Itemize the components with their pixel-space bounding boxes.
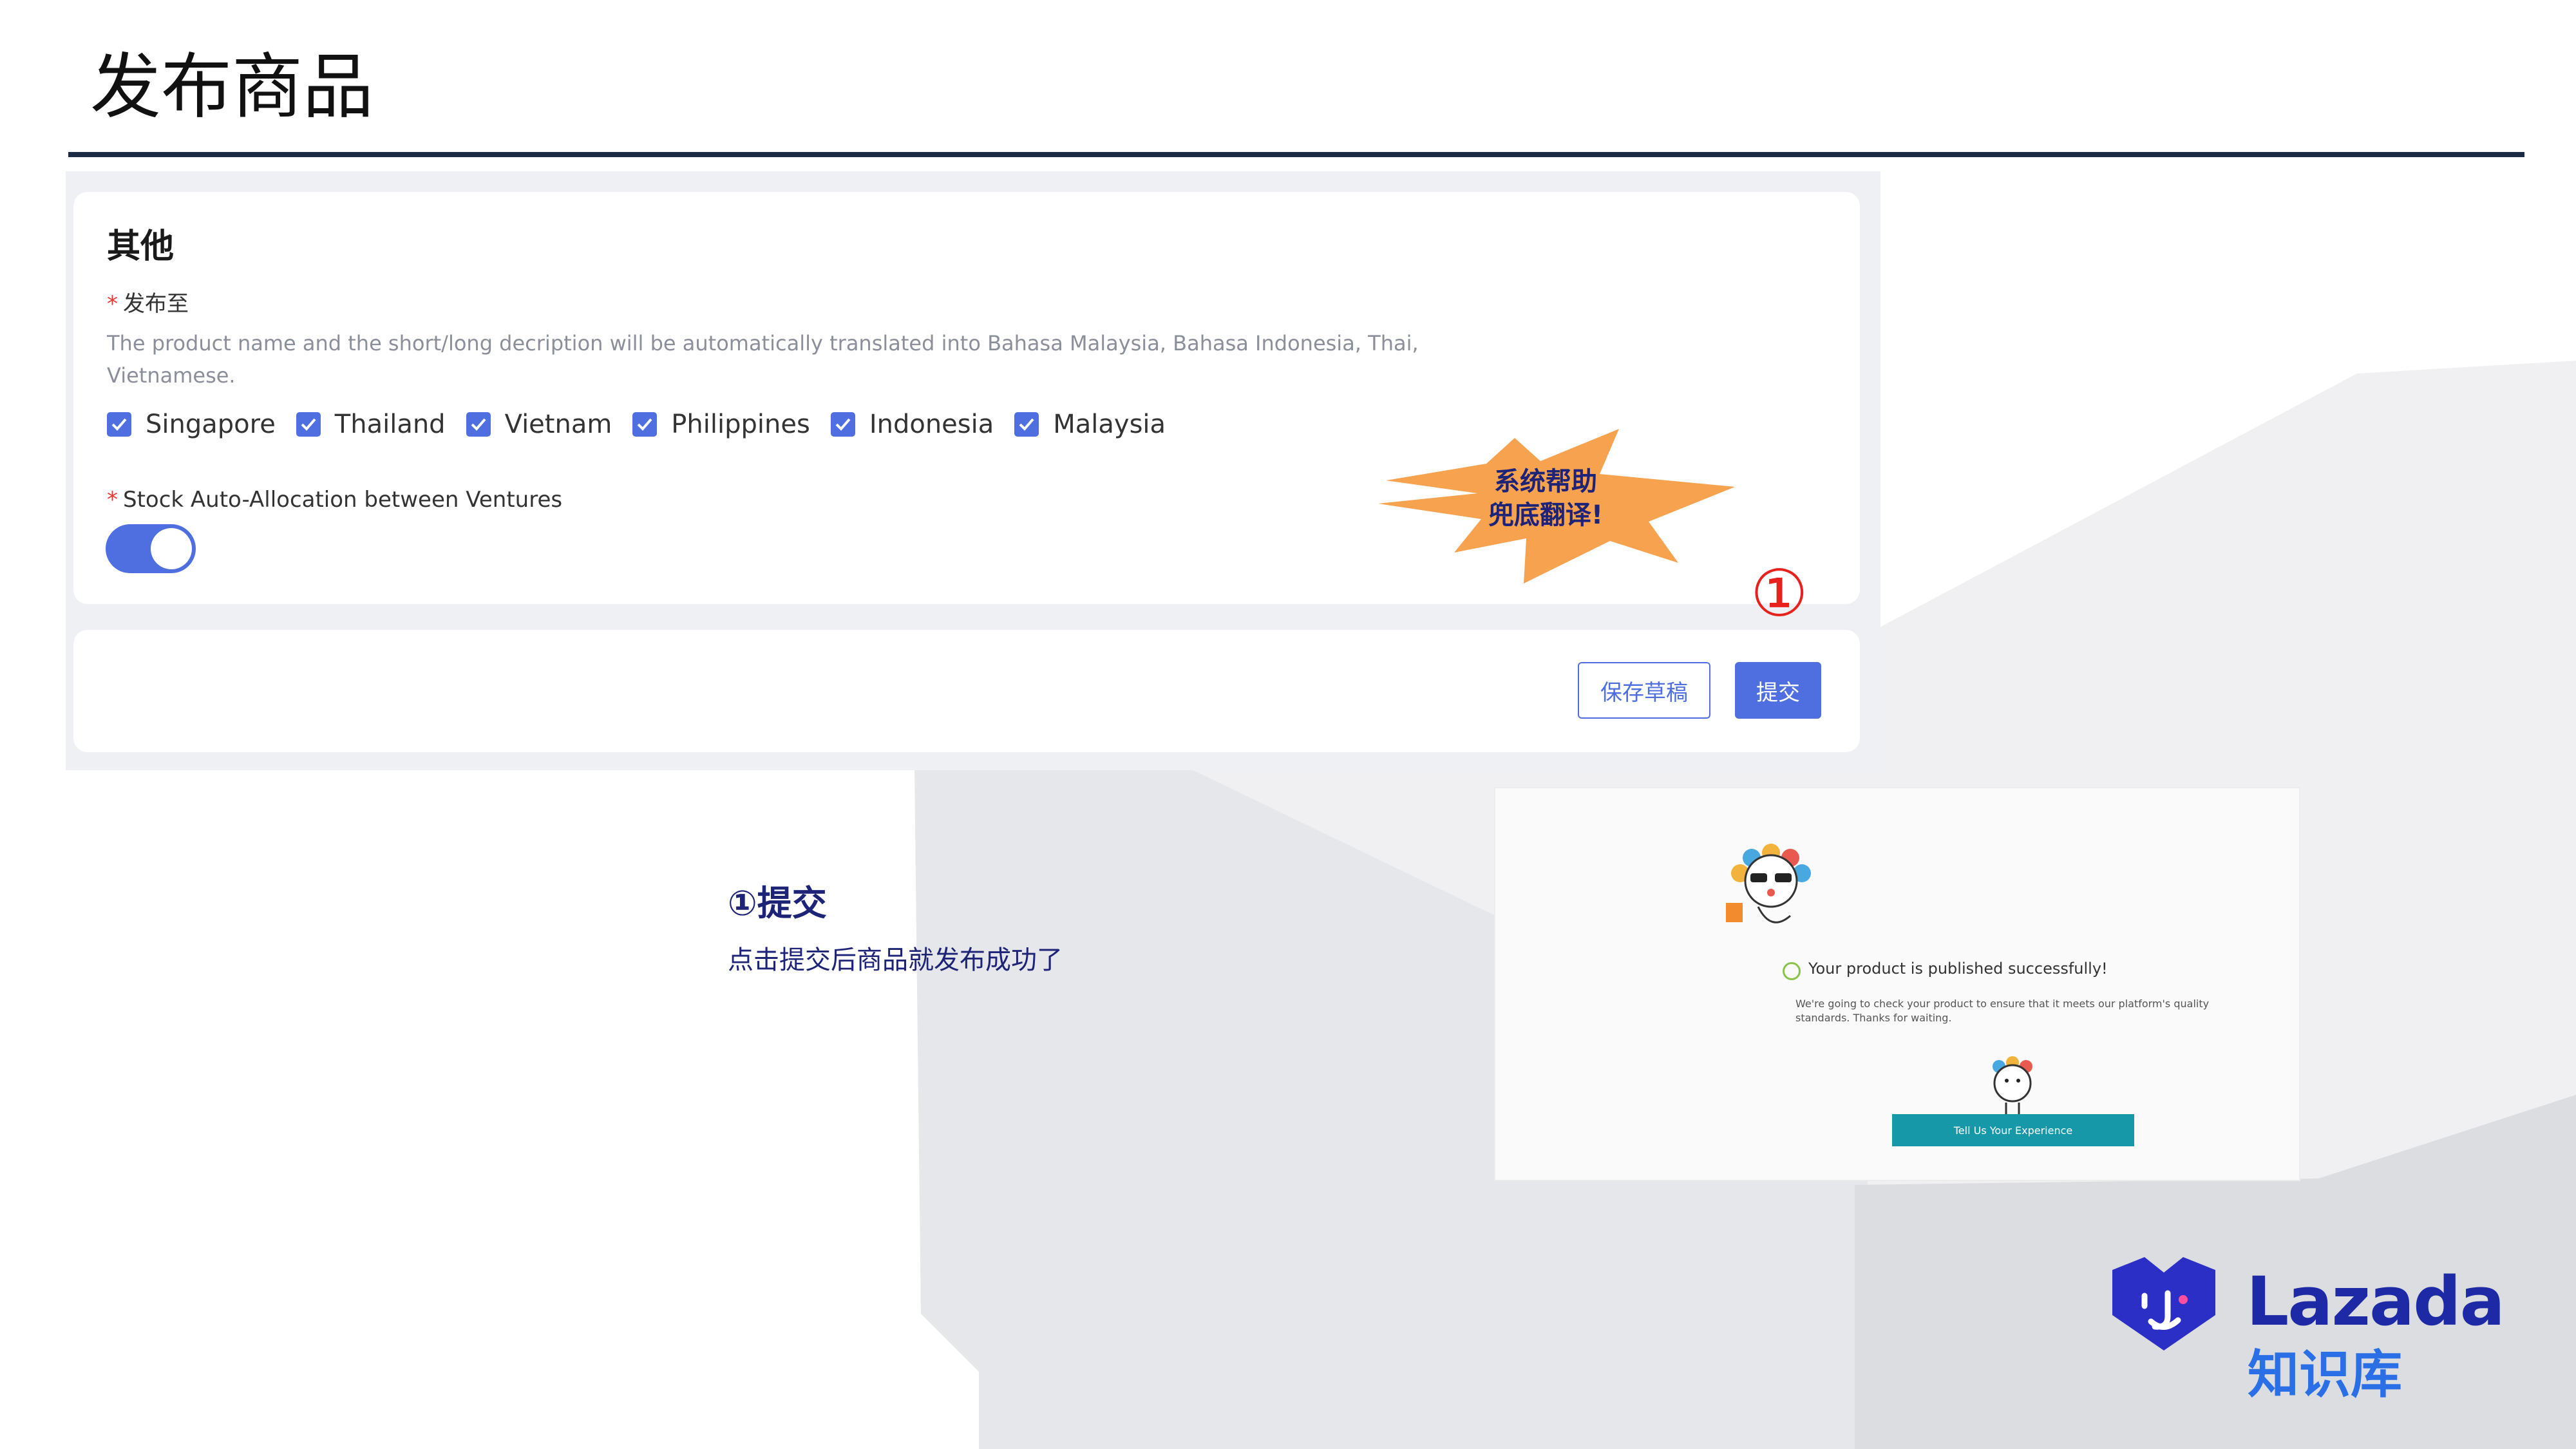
checkbox-label: Thailand [334, 410, 446, 439]
title-divider [68, 152, 2524, 157]
checkbox-thailand[interactable]: Thailand [296, 410, 446, 439]
checkbox-label: Singapore [146, 410, 276, 439]
checkbox-singapore[interactable]: Singapore [107, 410, 276, 439]
checked-icon[interactable] [1014, 412, 1039, 437]
slide-title: 发布商品 [90, 46, 374, 128]
checkbox-label: Indonesia [869, 410, 994, 439]
checked-icon[interactable] [830, 412, 855, 437]
step-description: 点击提交后商品就发布成功了 [728, 945, 1063, 975]
checkbox-philippines[interactable]: Philippines [632, 410, 810, 439]
submit-button[interactable]: 提交 [1735, 662, 1821, 719]
save-draft-button[interactable]: 保存草稿 [1578, 662, 1710, 719]
toggle-knob [151, 528, 192, 569]
publish-to-label-text: 发布至 [123, 291, 189, 317]
checked-icon[interactable] [466, 412, 491, 437]
callout-line-1: 系统帮助 [1494, 467, 1597, 497]
callout-text: 系统帮助 兜底翻译! [1455, 465, 1636, 532]
step-title: ①提交 [728, 883, 827, 923]
lazada-logo-icon [2112, 1257, 2215, 1350]
success-check-icon [1783, 962, 1801, 980]
checkbox-indonesia[interactable]: Indonesia [830, 410, 994, 439]
stock-allocation-label-text: Stock Auto-Allocation between Ventures [123, 487, 563, 513]
checkbox-label: Philippines [671, 410, 810, 439]
checked-icon[interactable] [296, 412, 321, 437]
required-mark: * [107, 487, 118, 513]
success-subtext: We're going to check your product to ens… [1795, 998, 2210, 1024]
stock-allocation-toggle[interactable] [106, 524, 196, 573]
checked-icon[interactable] [107, 412, 131, 437]
country-checkbox-group: Singapore Thailand Vietnam Philippines I… [107, 410, 1186, 439]
checkbox-label: Vietnam [504, 410, 612, 439]
logo-subtitle: 知识库 [2248, 1345, 2402, 1405]
checkbox-label: Malaysia [1053, 410, 1166, 439]
checkbox-vietnam[interactable]: Vietnam [466, 410, 612, 439]
publish-to-label: * 发布至 [107, 286, 189, 317]
checkbox-malaysia[interactable]: Malaysia [1014, 410, 1166, 439]
callout-line-2: 兜底翻译! [1488, 500, 1604, 530]
lazada-wordmark: Lazada [2246, 1262, 2505, 1341]
tell-us-experience-button[interactable]: Tell Us Your Experience [1892, 1114, 2134, 1146]
section-title: 其他 [107, 227, 175, 266]
translation-help-text: The product name and the short/long decr… [107, 331, 1419, 388]
required-mark: * [107, 291, 118, 317]
checked-icon[interactable] [632, 412, 658, 437]
stock-allocation-label: * Stock Auto-Allocation between Ventures [107, 487, 562, 513]
success-message: Your product is published successfully! [1808, 960, 2108, 978]
step-marker-1: ① [1750, 556, 1808, 631]
mascot-illustration [1726, 844, 1811, 923]
